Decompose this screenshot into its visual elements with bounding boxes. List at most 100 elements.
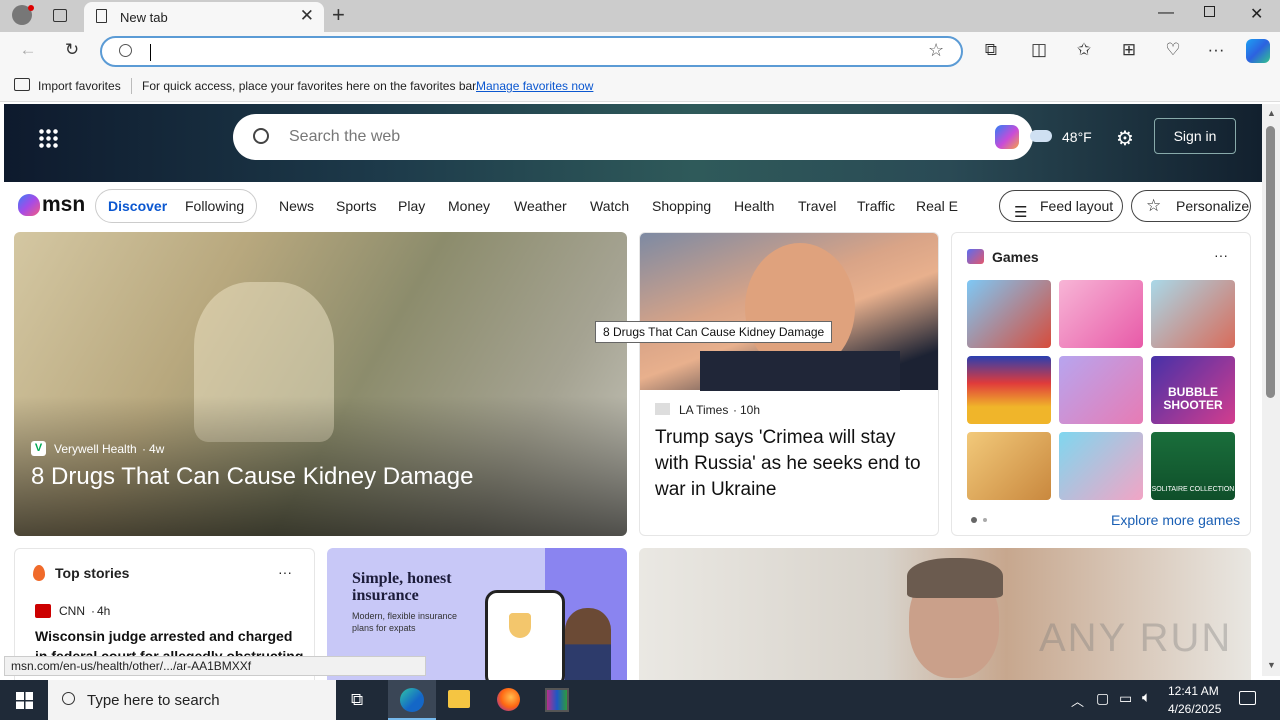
web-search-input[interactable]: Search the web xyxy=(289,128,400,146)
phone-mockup xyxy=(485,590,565,688)
nav-news[interactable]: News xyxy=(279,198,314,214)
web-search-box[interactable]: Search the web xyxy=(233,114,1033,160)
nav-sports[interactable]: Sports xyxy=(336,198,376,214)
nav-shopping[interactable]: Shopping xyxy=(652,198,711,214)
search-icon xyxy=(62,692,75,705)
game-tile-7[interactable] xyxy=(967,432,1051,500)
nav-real-estate[interactable]: Real E xyxy=(916,198,958,214)
apps-grid-icon[interactable] xyxy=(38,128,58,148)
copilot-icon[interactable] xyxy=(1246,39,1270,63)
scroll-up-icon[interactable]: ▲ xyxy=(1267,108,1276,118)
nav-health[interactable]: Health xyxy=(734,198,774,214)
hero-headline[interactable]: 8 Drugs That Can Cause Kidney Damage xyxy=(31,463,473,491)
carousel-dot-active[interactable] xyxy=(971,517,977,523)
nav-traffic[interactable]: Traffic xyxy=(857,198,895,214)
game-tile-6[interactable]: BUBBLE SHOOTER xyxy=(1151,356,1235,424)
notification-icon[interactable] xyxy=(1239,691,1256,705)
profile-alert-dot xyxy=(28,5,34,11)
refresh-icon[interactable]: ↻ xyxy=(61,40,83,60)
scrollbar-thumb[interactable] xyxy=(1266,126,1275,398)
hero-card[interactable]: V Verywell Health · 4w 8 Drugs That Can … xyxy=(14,232,627,536)
split-screen-icon[interactable]: ◫ xyxy=(1028,40,1050,60)
browser-essentials-icon[interactable]: ♡ xyxy=(1162,40,1184,60)
collections-icon[interactable]: ⊞ xyxy=(1118,40,1140,60)
scroll-down-icon[interactable]: ▼ xyxy=(1267,660,1276,670)
nav-play[interactable]: Play xyxy=(398,198,425,214)
top-stories-more-icon[interactable]: ··· xyxy=(278,564,292,580)
clock-date[interactable]: 4/26/2025 xyxy=(1168,702,1221,716)
tab-actions-icon[interactable] xyxy=(53,9,67,22)
nav-weather[interactable]: Weather xyxy=(514,198,567,214)
back-icon[interactable]: ← xyxy=(17,40,39,60)
extensions-icon[interactable]: ⧉ xyxy=(980,40,1002,60)
games-more-icon[interactable]: ··· xyxy=(1214,247,1228,263)
address-bar[interactable]: ☆ xyxy=(100,36,963,67)
network-icon[interactable]: ▭ xyxy=(1119,690,1132,707)
taskbar-search-input[interactable]: Type here to search xyxy=(87,692,220,709)
game-tile-3[interactable] xyxy=(1151,280,1235,348)
import-favorites-button[interactable]: Import favorites xyxy=(38,79,121,93)
games-icon xyxy=(967,249,984,264)
winrar-icon[interactable] xyxy=(545,688,569,712)
game-tile-2[interactable] xyxy=(1059,280,1143,348)
close-tab-icon[interactable]: ✕ xyxy=(300,6,314,26)
news-card-image xyxy=(640,233,938,391)
edge-icon xyxy=(400,688,424,712)
nav-travel[interactable]: Travel xyxy=(798,198,836,214)
tab-new-tab[interactable]: New tab ✕ xyxy=(84,2,324,32)
feature-image-card[interactable]: ANY RUN xyxy=(639,548,1251,688)
restore-icon[interactable] xyxy=(1204,6,1215,17)
settings-gear-icon[interactable]: ⚙ xyxy=(1116,126,1134,151)
star-edit-icon: ☆ xyxy=(1146,196,1162,215)
news-card[interactable]: LA Times · 10h Trump says 'Crimea will s… xyxy=(639,232,939,536)
favorite-star-icon[interactable]: ☆ xyxy=(928,40,944,61)
more-menu-icon[interactable]: ··· xyxy=(1205,40,1227,60)
personalize-button[interactable]: ☆ Personalize xyxy=(1131,190,1251,222)
top-story-age: 4h xyxy=(97,604,111,618)
minimize-icon[interactable]: — xyxy=(1158,4,1174,22)
hero-source: Verywell Health xyxy=(54,442,137,456)
page-scrollbar[interactable]: ▲ ▼ xyxy=(1262,104,1280,676)
status-url: msn.com/en-us/health/other/.../ar-AA1BMX… xyxy=(4,656,426,676)
nav-watch[interactable]: Watch xyxy=(590,198,629,214)
tray-chevron-icon[interactable]: ︿ xyxy=(1071,691,1084,710)
manage-favorites-link[interactable]: Manage favorites now xyxy=(476,79,593,93)
task-view-icon[interactable]: ⧉ xyxy=(351,690,363,710)
msn-nav: msn Discover Following News Sports Play … xyxy=(4,182,1262,232)
story2-headline[interactable]: Trump says 'Crimea will stay with Russia… xyxy=(655,425,925,503)
hero-age: 4w xyxy=(149,442,165,456)
suit-shape xyxy=(700,351,900,391)
carousel-dot[interactable] xyxy=(983,518,987,522)
explore-more-games-link[interactable]: Explore more games xyxy=(1111,512,1240,528)
copilot-search-icon[interactable] xyxy=(995,125,1019,149)
game-tile-8[interactable] xyxy=(1059,432,1143,500)
man-hair-shape xyxy=(907,558,1003,598)
favorites-icon[interactable]: ✩ xyxy=(1073,40,1095,60)
new-tab-button[interactable]: + xyxy=(332,2,345,28)
nav-money[interactable]: Money xyxy=(448,198,490,214)
link-tooltip: 8 Drugs That Can Cause Kidney Damage xyxy=(595,321,833,343)
edge-taskbar-button[interactable] xyxy=(388,680,436,720)
feed-layout-button[interactable]: ☰ Feed layout xyxy=(999,190,1123,222)
clock-time[interactable]: 12:41 AM xyxy=(1168,684,1219,698)
weather-temperature[interactable]: 48°F xyxy=(1062,129,1092,145)
story2-source: LA Times xyxy=(679,403,729,417)
game-tile-5[interactable] xyxy=(1059,356,1143,424)
game-tile-4[interactable] xyxy=(967,356,1051,424)
game-tile-1[interactable] xyxy=(967,280,1051,348)
firefox-icon[interactable] xyxy=(497,688,520,711)
msn-logo-text[interactable]: msn xyxy=(42,193,85,217)
close-window-icon[interactable]: ✕ xyxy=(1250,4,1263,24)
game-tile-9-label: SOLITAIRE COLLECTION xyxy=(1151,486,1235,493)
import-favorites-icon[interactable] xyxy=(14,78,30,91)
tray-app-icon[interactable]: ▢ xyxy=(1096,690,1109,707)
taskbar-search[interactable]: Type here to search xyxy=(48,680,336,720)
volume-icon[interactable]: 🔈︎ xyxy=(1142,689,1151,706)
game-tile-9[interactable]: SOLITAIRE COLLECTION xyxy=(1151,432,1235,500)
file-explorer-icon[interactable] xyxy=(448,690,470,708)
tab-discover[interactable]: Discover xyxy=(108,198,167,214)
tab-following[interactable]: Following xyxy=(185,198,244,214)
windows-start-icon[interactable] xyxy=(16,692,33,709)
cloud-icon xyxy=(1030,130,1052,142)
sign-in-button[interactable]: Sign in xyxy=(1154,118,1236,154)
